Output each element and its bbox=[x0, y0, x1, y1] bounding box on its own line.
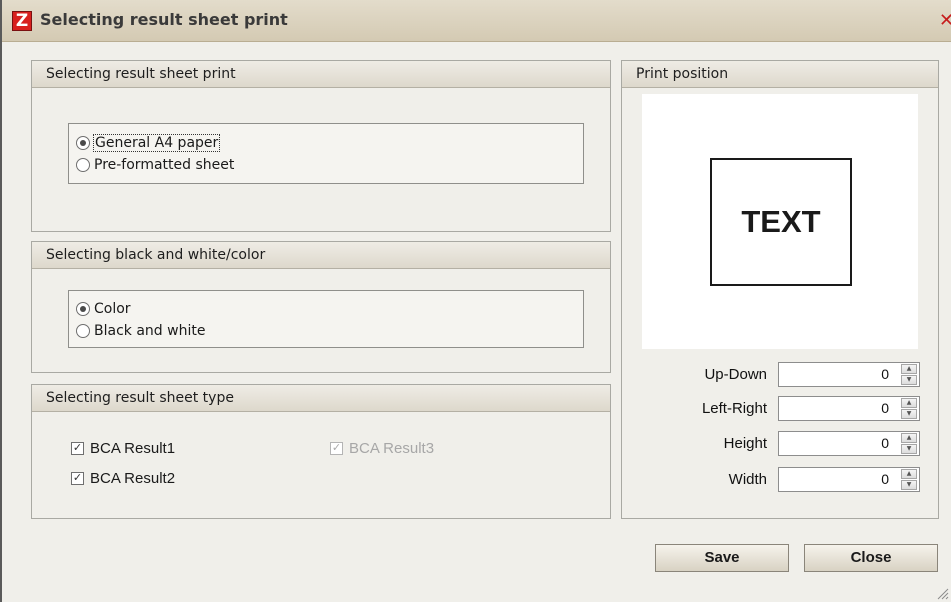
spin-down-icon[interactable]: ▼ bbox=[901, 444, 917, 454]
field-height: Height 0 ▲ ▼ bbox=[622, 431, 938, 459]
checkbox-bca-result2[interactable]: ✓ BCA Result2 bbox=[71, 468, 175, 488]
field-width: Width 0 ▲ ▼ bbox=[622, 467, 938, 495]
field-width-label: Width bbox=[728, 471, 767, 488]
save-button[interactable]: Save bbox=[655, 544, 789, 572]
spin-down-icon[interactable]: ▼ bbox=[901, 375, 917, 385]
radio-black-white[interactable]: Black and white bbox=[76, 321, 205, 341]
checkbox-bca-result3-label: BCA Result3 bbox=[349, 439, 435, 457]
resize-grip-icon[interactable] bbox=[935, 586, 949, 600]
radio-pre-formatted[interactable]: Pre-formatted sheet bbox=[76, 155, 234, 175]
spin-up-icon[interactable]: ▲ bbox=[901, 469, 917, 479]
color-mode-group-header: Selecting black and white/color bbox=[32, 242, 610, 269]
radio-black-white-indicator[interactable] bbox=[76, 324, 90, 338]
left-right-spinner[interactable]: 0 ▲ ▼ bbox=[778, 396, 920, 421]
checkbox-bca-result3: ✓ BCA Result3 bbox=[330, 438, 434, 458]
width-spinner[interactable]: 0 ▲ ▼ bbox=[778, 467, 920, 492]
radio-color-indicator[interactable] bbox=[76, 302, 90, 316]
checkbox-bca-result1-box[interactable]: ✓ bbox=[71, 441, 84, 455]
up-down-value[interactable]: 0 bbox=[881, 366, 889, 382]
preview-text-box: TEXT bbox=[710, 158, 852, 286]
width-spin-buttons: ▲ ▼ bbox=[901, 469, 917, 490]
spin-down-icon[interactable]: ▼ bbox=[901, 480, 917, 490]
print-position-group: Print position TEXT Up-Down 0 ▲ ▼ Left-R… bbox=[621, 60, 939, 519]
radio-black-white-label: Black and white bbox=[94, 323, 206, 339]
checkbox-bca-result3-box: ✓ bbox=[330, 441, 343, 455]
app-logo-glyph: Z bbox=[15, 11, 29, 31]
height-spin-buttons: ▲ ▼ bbox=[901, 433, 917, 454]
checkbox-bca-result2-label: BCA Result2 bbox=[90, 469, 176, 487]
spin-up-icon[interactable]: ▲ bbox=[901, 433, 917, 443]
radio-general-a4-indicator[interactable] bbox=[76, 136, 90, 150]
field-up-down-label: Up-Down bbox=[704, 366, 767, 383]
checkbox-bca-result2-box[interactable]: ✓ bbox=[71, 471, 84, 485]
spin-down-icon[interactable]: ▼ bbox=[901, 409, 917, 419]
print-sheet-radio-box: General A4 paper Pre-formatted sheet bbox=[68, 123, 584, 184]
height-spinner[interactable]: 0 ▲ ▼ bbox=[778, 431, 920, 456]
field-left-right: Left-Right 0 ▲ ▼ bbox=[622, 396, 938, 424]
close-icon[interactable]: ✕ bbox=[939, 11, 951, 31]
checkbox-bca-result1-label: BCA Result1 bbox=[90, 439, 176, 457]
title-bar[interactable]: Z Selecting result sheet print ✕ bbox=[2, 0, 951, 42]
field-height-label: Height bbox=[723, 435, 767, 452]
height-value[interactable]: 0 bbox=[881, 435, 889, 451]
window-title: Selecting result sheet print bbox=[40, 10, 288, 29]
checkbox-bca-result1[interactable]: ✓ BCA Result1 bbox=[71, 438, 175, 458]
spin-up-icon[interactable]: ▲ bbox=[901, 398, 917, 408]
print-sheet-group: Selecting result sheet print General A4 … bbox=[31, 60, 611, 232]
radio-general-a4-label: General A4 paper bbox=[92, 134, 221, 152]
up-down-spin-buttons: ▲ ▼ bbox=[901, 364, 917, 385]
up-down-spinner[interactable]: 0 ▲ ▼ bbox=[778, 362, 920, 387]
field-left-right-label: Left-Right bbox=[701, 400, 767, 417]
radio-pre-formatted-label: Pre-formatted sheet bbox=[94, 157, 235, 173]
print-position-group-header: Print position bbox=[622, 61, 938, 88]
print-sheet-group-header: Selecting result sheet print bbox=[32, 61, 610, 88]
color-mode-radio-box: Color Black and white bbox=[68, 290, 584, 348]
radio-color-label: Color bbox=[94, 301, 131, 317]
app-logo-icon: Z bbox=[12, 11, 32, 31]
radio-pre-formatted-indicator[interactable] bbox=[76, 158, 90, 172]
sheet-type-group-header: Selecting result sheet type bbox=[32, 385, 610, 412]
print-preview: TEXT bbox=[642, 94, 918, 349]
dialog-window: Z Selecting result sheet print ✕ Selecti… bbox=[0, 0, 951, 602]
radio-color[interactable]: Color bbox=[76, 299, 131, 319]
color-mode-group: Selecting black and white/color Color Bl… bbox=[31, 241, 611, 373]
left-right-spin-buttons: ▲ ▼ bbox=[901, 398, 917, 419]
field-up-down: Up-Down 0 ▲ ▼ bbox=[622, 362, 938, 390]
width-value[interactable]: 0 bbox=[881, 471, 889, 487]
left-right-value[interactable]: 0 bbox=[881, 400, 889, 416]
spin-up-icon[interactable]: ▲ bbox=[901, 364, 917, 374]
sheet-type-group: Selecting result sheet type ✓ BCA Result… bbox=[31, 384, 611, 519]
radio-general-a4[interactable]: General A4 paper bbox=[76, 133, 221, 153]
close-button[interactable]: Close bbox=[804, 544, 938, 572]
